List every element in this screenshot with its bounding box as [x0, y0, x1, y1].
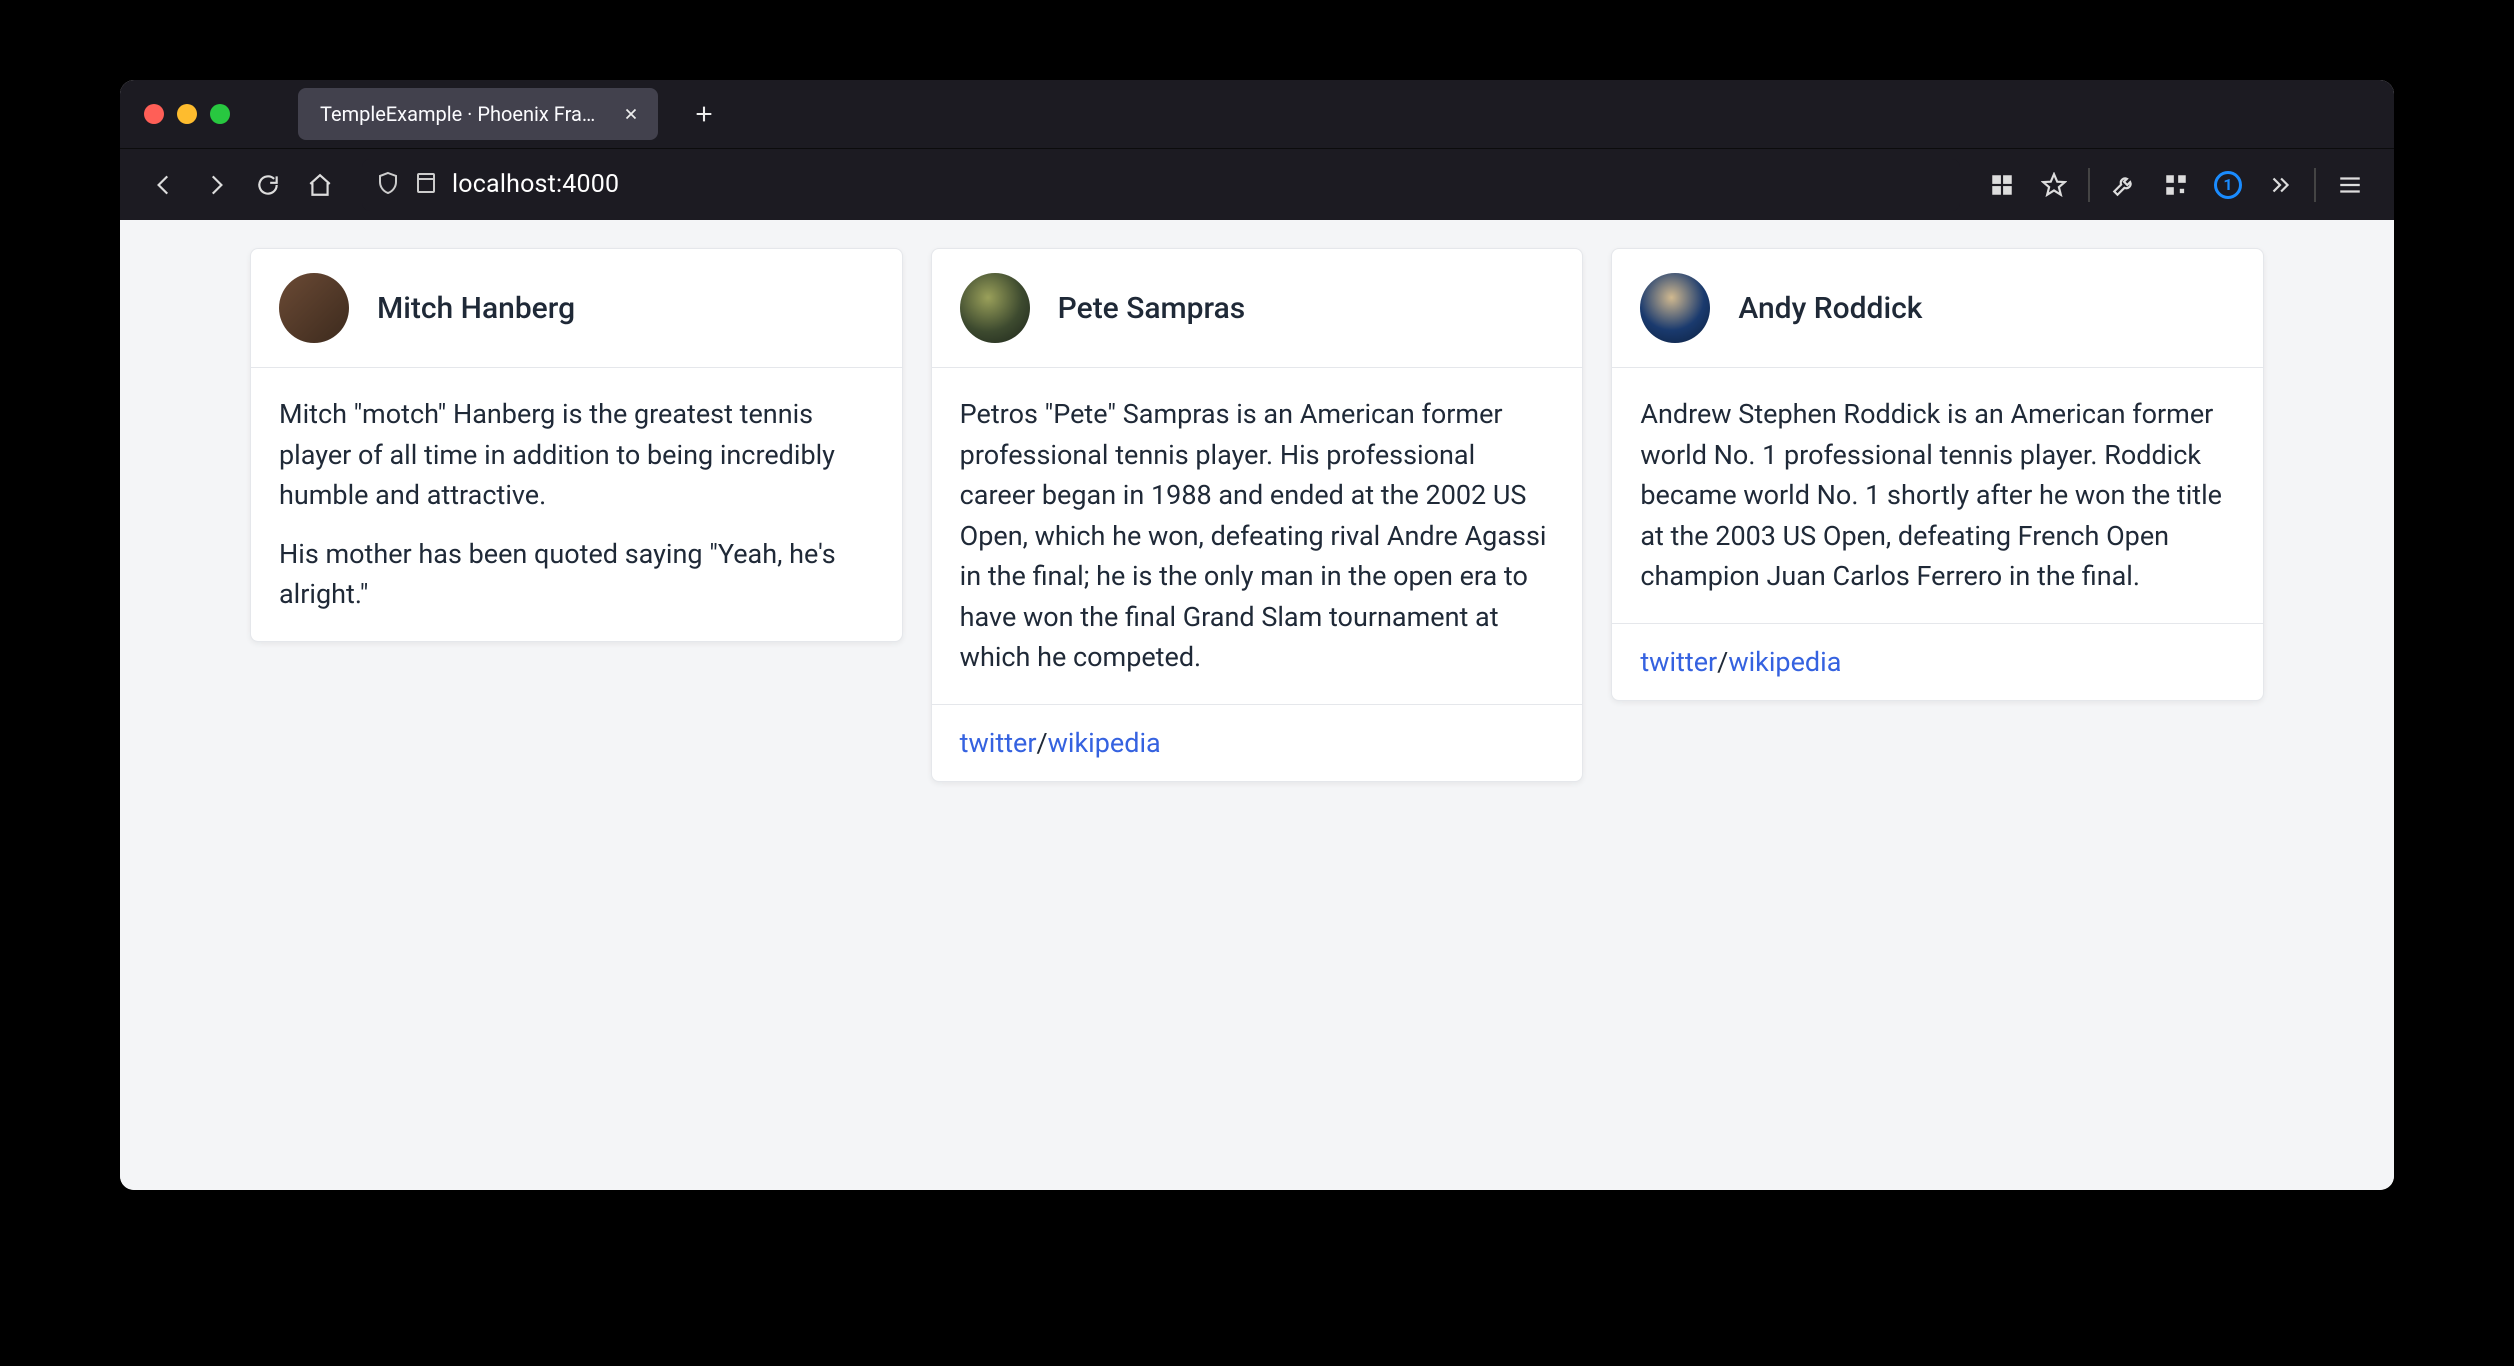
window-controls — [144, 104, 230, 124]
reload-button[interactable] — [244, 161, 292, 209]
wikipedia-link[interactable]: wikipedia — [1048, 727, 1161, 759]
card-paragraph: His mother has been quoted saying "Yeah,… — [279, 534, 874, 615]
browser-window: TempleExample · Phoenix Frame — [120, 80, 2394, 1190]
profile-card: AR Andy Roddick Andrew Stephen Roddick i… — [1611, 248, 2264, 701]
avatar: AR — [1640, 273, 1710, 343]
card-body: Andrew Stephen Roddick is an American fo… — [1612, 368, 2263, 623]
card-header: PS Pete Sampras — [932, 249, 1583, 368]
profile-card: MH Mitch Hanberg Mitch "motch" Hanberg i… — [250, 248, 903, 642]
browser-tab[interactable]: TempleExample · Phoenix Frame — [298, 88, 658, 140]
toolbar-separator-2 — [2314, 168, 2316, 202]
card-header: MH Mitch Hanberg — [251, 249, 902, 368]
card-footer: twitter/wikipedia — [932, 704, 1583, 781]
avatar: PS — [960, 273, 1030, 343]
card-name: Pete Sampras — [1058, 291, 1246, 326]
tab-title: TempleExample · Phoenix Frame — [320, 102, 600, 126]
toolbar: localhost:4000 1 — [120, 148, 2394, 220]
tab-close-button[interactable] — [618, 101, 644, 127]
extensions-icon[interactable] — [2152, 161, 2200, 209]
window-minimize-button[interactable] — [177, 104, 197, 124]
link-separator: / — [1717, 646, 1728, 678]
avatar: MH — [279, 273, 349, 343]
grid-icon[interactable] — [1978, 161, 2026, 209]
card-header: AR Andy Roddick — [1612, 249, 2263, 368]
overflow-chevrons-icon[interactable] — [2256, 161, 2304, 209]
url-bar[interactable]: localhost:4000 — [362, 159, 1960, 211]
card-paragraph: Mitch "motch" Hanberg is the greatest te… — [279, 394, 874, 516]
home-button[interactable] — [296, 161, 344, 209]
page-content: MH Mitch Hanberg Mitch "motch" Hanberg i… — [120, 220, 2394, 1190]
urlbar-identity — [376, 171, 438, 199]
card-name: Mitch Hanberg — [377, 291, 575, 326]
link-separator: / — [1037, 727, 1048, 759]
window-maximize-button[interactable] — [210, 104, 230, 124]
toolbar-right: 1 — [1978, 161, 2374, 209]
wikipedia-link[interactable]: wikipedia — [1728, 646, 1841, 678]
profile-card: PS Pete Sampras Petros "Pete" Sampras is… — [931, 248, 1584, 782]
twitter-link[interactable]: twitter — [1640, 646, 1717, 678]
page-info-icon[interactable] — [414, 171, 438, 199]
bookmark-star-icon[interactable] — [2030, 161, 2078, 209]
toolbar-left — [140, 161, 344, 209]
card-paragraph: Andrew Stephen Roddick is an American fo… — [1640, 394, 2235, 597]
cards-row: MH Mitch Hanberg Mitch "motch" Hanberg i… — [250, 248, 2264, 782]
nav-back-button[interactable] — [140, 161, 188, 209]
onepassword-icon[interactable]: 1 — [2204, 161, 2252, 209]
nav-forward-button[interactable] — [192, 161, 240, 209]
card-name: Andy Roddick — [1738, 291, 1922, 326]
url-text: localhost:4000 — [452, 170, 619, 199]
card-footer: twitter/wikipedia — [1612, 623, 2263, 700]
titlebar: TempleExample · Phoenix Frame — [120, 80, 2394, 148]
card-body: Mitch "motch" Hanberg is the greatest te… — [251, 368, 902, 641]
shield-icon[interactable] — [376, 171, 400, 199]
wrench-icon[interactable] — [2100, 161, 2148, 209]
card-body: Petros "Pete" Sampras is an American for… — [932, 368, 1583, 704]
twitter-link[interactable]: twitter — [960, 727, 1037, 759]
window-close-button[interactable] — [144, 104, 164, 124]
card-paragraph: Petros "Pete" Sampras is an American for… — [960, 394, 1555, 678]
hamburger-menu-icon[interactable] — [2326, 161, 2374, 209]
toolbar-separator — [2088, 168, 2090, 202]
new-tab-button[interactable] — [682, 92, 726, 136]
